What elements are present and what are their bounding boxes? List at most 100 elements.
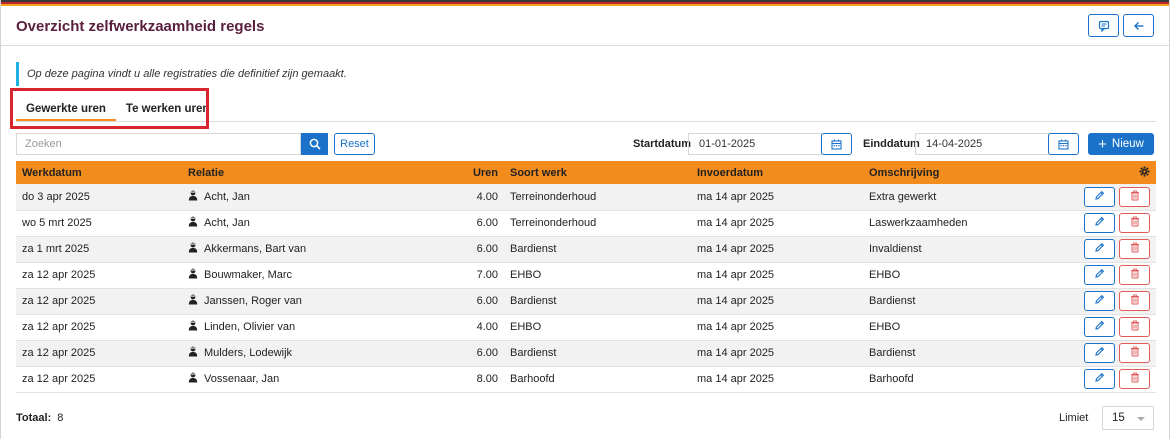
cell-soort-werk: EHBO [510, 269, 542, 281]
cell-invoerdatum: ma 14 apr 2025 [697, 347, 775, 359]
start-date-calendar-button[interactable] [821, 133, 852, 155]
end-date-input[interactable]: 14-04-2025 [915, 133, 1049, 155]
cell-relatie: Acht, Jan [204, 217, 250, 229]
search-input[interactable] [16, 133, 301, 155]
trash-icon [1130, 268, 1140, 282]
trash-icon [1130, 190, 1140, 204]
user-icon [188, 372, 198, 386]
cell-relatie: Linden, Olivier van [204, 321, 296, 333]
trash-icon [1130, 294, 1140, 308]
delete-button[interactable] [1119, 265, 1150, 285]
table-header-row: Werkdatum Relatie Uren Soort werk Invoer… [16, 161, 1156, 184]
delete-button[interactable] [1119, 369, 1150, 389]
edit-button[interactable] [1084, 317, 1115, 337]
delete-button[interactable] [1119, 291, 1150, 311]
table-row[interactable]: za 1 mrt 2025 Akkermans, Bart van 6.00 Bard… [16, 236, 1156, 262]
cell-omschrijving: Bardienst [869, 347, 916, 359]
cell-soort-werk: Terreinonderhoud [510, 190, 597, 203]
table-row[interactable]: do 3 apr 2025 Acht, Jan 4.00 Terreinonderho… [16, 184, 1156, 210]
cell-werkdatum: za 12 apr 2025 [22, 347, 96, 359]
start-date-label: Startdatum [633, 138, 692, 150]
trash-icon [1130, 346, 1140, 360]
cell-omschrijving: Extra gewerkt [869, 190, 937, 203]
cell-omschrijving: Invaldienst [869, 243, 922, 255]
total-value: 8 [57, 412, 64, 424]
col-relatie[interactable]: Relatie [182, 161, 444, 184]
page: Overzicht zelfwerkzaamheid regels Op dez… [0, 0, 1170, 439]
table-row[interactable]: za 12 apr 2025 Mulders, Lodewijk 6.00 Bardi… [16, 340, 1156, 366]
delete-button[interactable] [1119, 343, 1150, 363]
cell-soort-werk: Barhoofd [510, 373, 555, 385]
search-button[interactable] [301, 133, 328, 155]
cell-relatie: Acht, Jan [204, 190, 250, 203]
registrations-table: Werkdatum Relatie Uren Soort werk Invoer… [16, 161, 1156, 393]
pencil-icon [1094, 294, 1105, 308]
back-button[interactable] [1123, 14, 1154, 37]
pencil-icon [1094, 242, 1105, 256]
delete-button[interactable] [1119, 317, 1150, 337]
table-row[interactable]: za 12 apr 2025 Linden, Olivier van 4.00 EHB… [16, 314, 1156, 340]
new-button[interactable]: + Nieuw [1088, 133, 1154, 155]
cell-soort-werk: Bardienst [510, 243, 557, 255]
delete-button[interactable] [1119, 239, 1150, 259]
limit-select[interactable]: 15 [1102, 406, 1154, 430]
chevron-down-icon [1137, 417, 1145, 421]
cell-invoerdatum: ma 14 apr 2025 [697, 217, 775, 229]
cell-relatie: Janssen, Roger van [204, 295, 302, 307]
start-date-input[interactable]: 01-01-2025 [688, 133, 822, 155]
toolbar: Reset Startdatum 01-01-2025 Einddatum 14… [16, 133, 1156, 155]
col-werkdatum[interactable]: Werkdatum [16, 161, 182, 184]
cell-omschrijving: Bardienst [869, 295, 916, 307]
feedback-button[interactable] [1088, 14, 1119, 37]
edit-button[interactable] [1084, 343, 1115, 363]
table-row[interactable]: za 12 apr 2025 Janssen, Roger van 6.00 Bard… [16, 288, 1156, 314]
col-uren[interactable]: Uren [444, 161, 504, 184]
col-soort-werk[interactable]: Soort werk [504, 161, 691, 184]
cell-werkdatum: za 1 mrt 2025 [22, 243, 90, 255]
col-invoerdatum[interactable]: Invoerdatum [691, 161, 863, 184]
edit-button[interactable] [1084, 239, 1115, 259]
cell-werkdatum: do 3 apr 2025 [22, 190, 90, 203]
total-label: Totaal: [16, 412, 52, 424]
cell-invoerdatum: ma 14 apr 2025 [697, 243, 775, 255]
calendar-icon [831, 139, 842, 150]
edit-button[interactable] [1084, 186, 1115, 207]
cell-omschrijving: EHBO [869, 321, 901, 333]
table-row[interactable]: za 12 apr 2025 Bouwmaker, Marc 7.00 EHBO ma … [16, 262, 1156, 288]
edit-button[interactable] [1084, 265, 1115, 285]
cell-soort-werk: Bardienst [510, 347, 557, 359]
end-date-calendar-button[interactable] [1048, 133, 1079, 155]
cell-soort-werk: Terreinonderhoud [510, 217, 597, 229]
cell-invoerdatum: ma 14 apr 2025 [697, 190, 775, 203]
delete-button[interactable] [1119, 186, 1150, 207]
reset-button[interactable]: Reset [334, 133, 375, 155]
col-settings[interactable] [1078, 161, 1156, 184]
cell-invoerdatum: ma 14 apr 2025 [697, 373, 775, 385]
edit-button[interactable] [1084, 369, 1115, 389]
cell-relatie: Akkermans, Bart van [204, 243, 307, 255]
cell-uren: 6.00 [476, 295, 498, 307]
cell-uren: 6.00 [476, 217, 498, 229]
comment-icon [1098, 20, 1109, 32]
cell-werkdatum: za 12 apr 2025 [22, 269, 96, 281]
top-color-bar [1, 0, 1169, 6]
pencil-icon [1094, 190, 1105, 204]
cell-werkdatum: za 12 apr 2025 [22, 321, 96, 333]
table-row[interactable]: za 12 apr 2025 Vossenaar, Jan 8.00 Barhoofd… [16, 366, 1156, 392]
cell-soort-werk: Bardienst [510, 295, 557, 307]
page-title: Overzicht zelfwerkzaamheid regels [16, 18, 265, 35]
table-row[interactable]: wo 5 mrt 2025 Acht, Jan 6.00 Terreinonderho… [16, 210, 1156, 236]
user-icon [188, 320, 198, 334]
search-icon [309, 138, 321, 150]
delete-button[interactable] [1119, 213, 1150, 233]
pencil-icon [1094, 320, 1105, 334]
cell-relatie: Bouwmaker, Marc [204, 269, 293, 281]
plus-icon: + [1098, 135, 1107, 153]
pencil-icon [1094, 268, 1105, 282]
user-icon [188, 294, 198, 308]
edit-button[interactable] [1084, 291, 1115, 311]
col-omschrijving[interactable]: Omschrijving [863, 161, 1078, 184]
edit-button[interactable] [1084, 213, 1115, 233]
cell-soort-werk: EHBO [510, 321, 542, 333]
highlight-box [10, 88, 209, 129]
